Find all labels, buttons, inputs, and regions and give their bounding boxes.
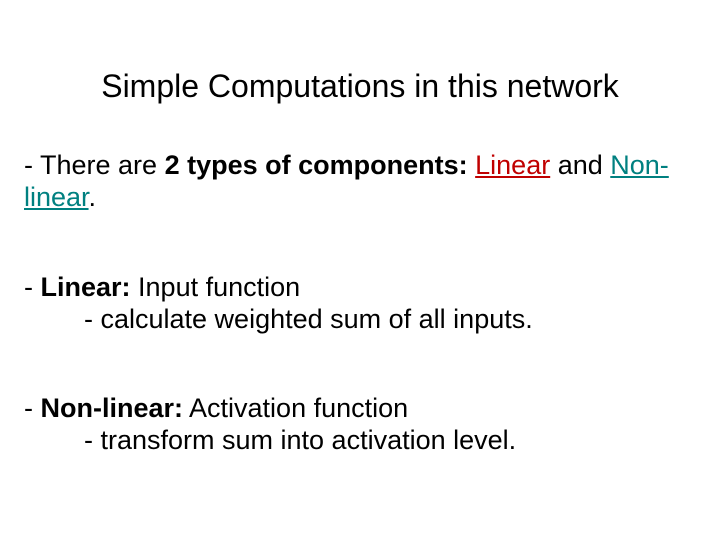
slide-body: - There are 2 types of components: Linea… — [24, 150, 708, 457]
text: Activation function — [183, 393, 408, 423]
text-space — [468, 150, 476, 180]
slide: Simple Computations in this network - Th… — [0, 0, 720, 540]
slide-title: Simple Computations in this network — [0, 68, 720, 105]
text-label: Linear: — [41, 272, 131, 302]
text: . — [89, 182, 97, 212]
paragraph-linear: - Linear: Input function - calculate wei… — [24, 272, 708, 336]
text-bold: 2 types of components: — [165, 150, 468, 180]
text: - There are — [24, 150, 165, 180]
line: - Non-linear: Activation function — [24, 393, 708, 425]
subline: - transform sum into activation level. — [24, 425, 708, 457]
text-linear: Linear — [475, 150, 550, 180]
text: Input function — [131, 272, 301, 302]
paragraph-nonlinear: - Non-linear: Activation function - tran… — [24, 393, 708, 457]
line: - Linear: Input function — [24, 272, 708, 304]
text: - — [24, 272, 41, 302]
text: and — [550, 150, 610, 180]
subline: - calculate weighted sum of all inputs. — [24, 304, 708, 336]
text-label: Non-linear: — [41, 393, 184, 423]
text: - — [24, 393, 41, 423]
paragraph-components: - There are 2 types of components: Linea… — [24, 150, 708, 214]
